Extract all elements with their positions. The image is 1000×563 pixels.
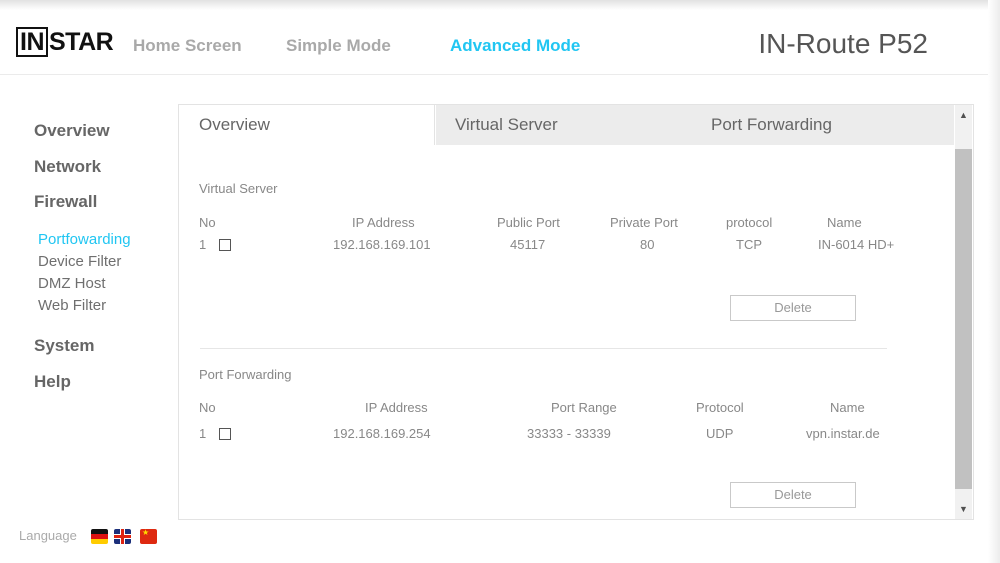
vs-row-checkbox[interactable] [219,239,231,251]
tab-virtual-server[interactable]: Virtual Server [436,105,676,145]
flag-cn-icon[interactable] [140,529,157,544]
vs-col-public-port: Public Port [497,215,560,230]
vs-col-no: No [199,215,216,230]
language-label: Language [19,528,77,543]
sidebar-item-portforwarding[interactable]: Portfowarding [38,231,131,248]
vs-col-private-port: Private Port [610,215,678,230]
tab-overview[interactable]: Overview [179,105,435,145]
vs-col-name: Name [827,215,862,230]
sidebar-item-device-filter[interactable]: Device Filter [38,253,121,270]
header: IN STAR Home Screen Simple Mode Advanced … [0,0,988,75]
pf-row-no: 1 [199,426,207,441]
pf-row-ip: 192.168.169.254 [333,426,431,441]
vs-delete-button[interactable]: Delete [730,295,856,321]
pf-col-port-range: Port Range [551,400,617,415]
scrollbar-thumb[interactable] [955,149,972,489]
sidebar-item-firewall[interactable]: Firewall [34,192,97,212]
sidebar-item-system[interactable]: System [34,336,94,356]
port-forwarding-title: Port Forwarding [199,367,292,382]
content-panel: Overview Virtual Server Port Forwarding … [178,104,974,520]
vs-row-ip: 192.168.169.101 [333,237,431,252]
nav-advanced-mode[interactable]: Advanced Mode [450,36,580,56]
flag-de-icon[interactable] [91,529,108,544]
scroll-down-icon[interactable]: ▼ [955,501,972,517]
sidebar-item-overview[interactable]: Overview [34,121,110,141]
flag-uk-icon[interactable] [114,529,131,544]
sidebar-item-network[interactable]: Network [34,157,101,177]
virtual-server-title: Virtual Server [199,181,278,196]
pf-row-name: vpn.instar.de [806,426,880,441]
pf-row-port-range: 33333 - 33339 [527,426,611,441]
scroll-up-icon[interactable]: ▲ [955,107,972,123]
instar-logo[interactable]: IN STAR [16,27,114,57]
pf-col-ip: IP Address [365,400,428,415]
vertical-scrollbar[interactable]: ▲ ▼ [955,105,972,519]
pf-col-protocol: Protocol [696,400,744,415]
vs-row-name: IN-6014 HD+ [818,237,895,252]
vs-row-private-port: 80 [640,237,655,252]
vs-row-no: 1 [199,237,207,252]
pf-col-name: Name [830,400,865,415]
pf-delete-button[interactable]: Delete [730,482,856,508]
nav-home-screen[interactable]: Home Screen [133,36,242,56]
vs-row-protocol: TCP [736,237,762,252]
sidebar-item-web-filter[interactable]: Web Filter [38,297,106,314]
product-name: IN-Route P52 [758,28,928,59]
logo-text: STAR [49,28,114,56]
logo-boxed-text: IN [16,27,48,57]
vs-col-ip: IP Address [352,215,415,230]
tab-port-forwarding[interactable]: Port Forwarding [676,105,954,145]
nav-simple-mode[interactable]: Simple Mode [286,36,391,56]
section-divider [200,348,887,349]
pf-col-no: No [199,400,216,415]
pf-row-checkbox[interactable] [219,428,231,440]
sidebar-item-help[interactable]: Help [34,372,71,392]
vs-row-public-port: 45117 [510,237,546,252]
sidebar-item-dmz-host[interactable]: DMZ Host [38,275,106,292]
vs-col-protocol: protocol [726,215,773,230]
right-shadow [988,0,1000,563]
pf-row-protocol: UDP [706,426,734,441]
